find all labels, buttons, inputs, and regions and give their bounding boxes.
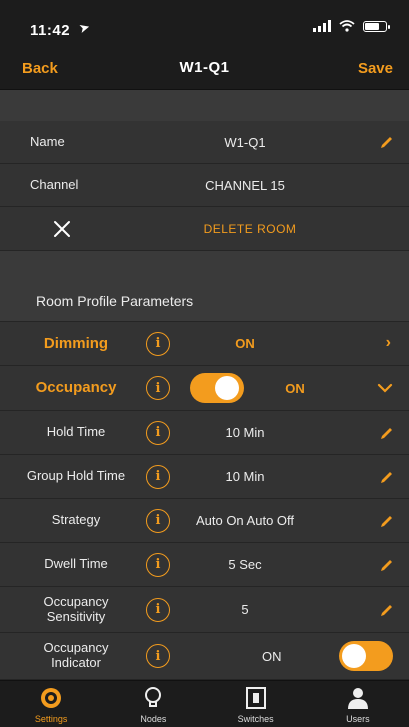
section-header: Room Profile Parameters [0,281,409,322]
delete-room-button[interactable]: DELETE ROOM [150,207,350,250]
param-value: 10 Min [225,425,265,440]
edit-pencil-icon[interactable] [379,557,395,573]
name-value: W1-Q1 [224,134,266,150]
param-value: 5 [241,602,249,617]
tab-label: Switches [237,714,274,724]
status-indicators [313,20,390,32]
page-title: W1-Q1 [179,59,230,76]
close-icon[interactable] [52,219,72,239]
param-label: Dwell Time [44,556,108,572]
nav-bar: Back W1-Q1 Save [0,48,409,90]
tab-nodes[interactable]: Nodes [102,681,204,727]
tab-label: Users [346,714,370,724]
location-arrow-icon: ➤ [77,18,92,37]
hold-time-row[interactable]: Hold Time i 10 Min [0,411,409,455]
bulb-icon [145,687,162,707]
param-label: Hold Time [46,424,106,440]
dimming-row[interactable]: Dimming i ON › [0,322,409,366]
occupancy-toggle[interactable] [190,373,244,403]
info-icon[interactable]: i [146,644,170,668]
edit-pencil-icon[interactable] [379,425,395,441]
wifi-icon [339,20,355,32]
channel-value: CHANNEL 15 [205,177,285,193]
edit-pencil-icon[interactable] [379,134,395,150]
tab-label: Nodes [140,714,167,724]
occupancy-row[interactable]: Occupancy i ON [0,366,409,411]
tab-switches[interactable]: Switches [205,681,307,727]
user-icon [347,688,368,709]
param-label: Strategy [51,512,101,528]
status-bar: 11:42 ➤ [0,0,409,48]
param-label: Occupancy Sensitivity [43,593,109,624]
spacer [0,251,409,281]
signal-icon [313,20,331,32]
group-hold-time-row[interactable]: Group Hold Time i 10 Min [0,455,409,499]
occupancy-indicator-toggle[interactable] [339,641,393,671]
info-icon[interactable]: i [146,376,170,400]
channel-row: Channel CHANNEL 15 [0,164,409,207]
param-label: Occupancy Indicator [43,640,109,670]
occupancy-value: ON [285,380,305,396]
dimming-value: ON [235,336,255,351]
chevron-down-icon[interactable] [377,383,393,393]
dwell-time-row[interactable]: Dwell Time i 5 Sec [0,543,409,587]
chevron-right-icon[interactable]: › [386,334,391,352]
param-label: Group Hold Time [26,468,126,484]
param-value: Auto On Auto Off [195,513,295,528]
edit-pencil-icon[interactable] [379,469,395,485]
occupancy-sensitivity-row[interactable]: Occupancy Sensitivity i 5 [0,587,409,633]
param-value: 5 Sec [228,557,262,572]
section-title: Room Profile Parameters [36,292,194,309]
param-value: 10 Min [225,469,265,484]
tab-users[interactable]: Users [307,681,409,727]
channel-label: Channel [30,176,79,192]
tab-label: Settings [34,714,68,724]
strategy-row[interactable]: Strategy i Auto On Auto Off [0,499,409,543]
dimming-label: Dimming [43,334,109,352]
edit-pencil-icon[interactable] [379,602,395,618]
tab-bar: Settings Nodes Switches Users [0,680,409,727]
spacer [0,91,409,121]
occupancy-indicator-row[interactable]: Occupancy Indicator i ON [0,633,409,680]
battery-icon [363,20,390,32]
save-button[interactable]: Save [358,60,393,77]
tab-settings[interactable]: Settings [0,681,102,727]
name-label: Name [30,133,65,149]
switch-icon [245,687,266,709]
edit-pencil-icon[interactable] [379,513,395,529]
delete-room-row[interactable]: DELETE ROOM [0,207,409,251]
name-row[interactable]: Name W1-Q1 [0,121,409,164]
occupancy-label: Occupancy [35,379,117,397]
status-time: 11:42 [30,22,71,39]
settings-icon [41,688,62,708]
